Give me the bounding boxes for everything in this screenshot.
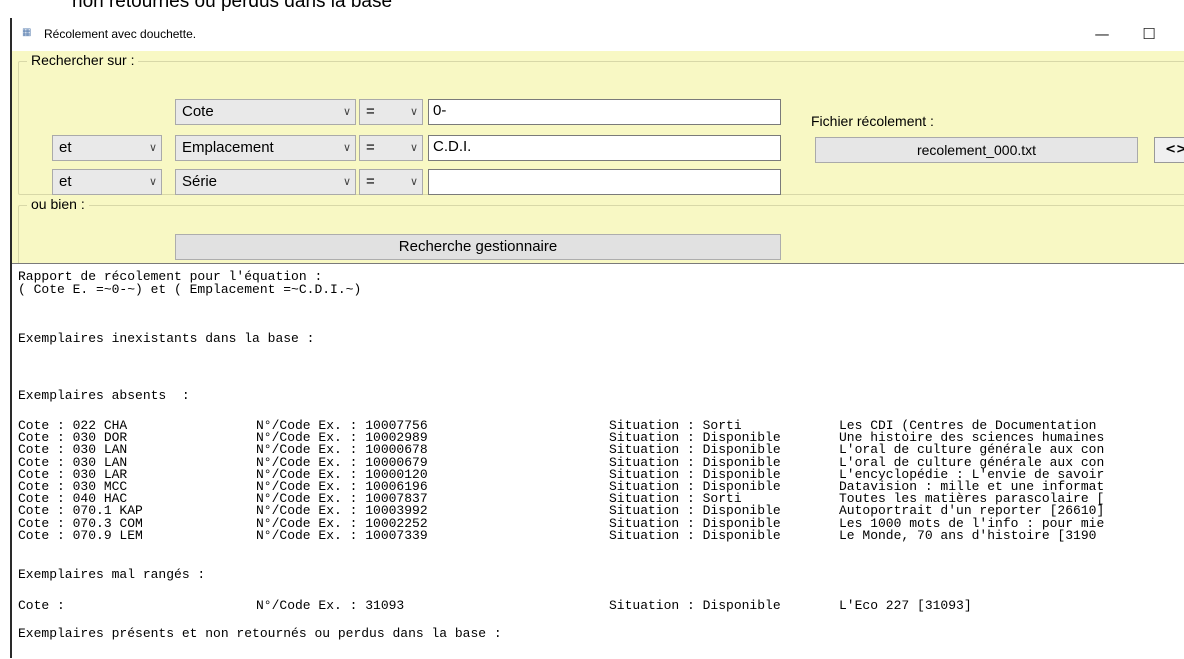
file-name-field[interactable]: recolement_000.txt: [815, 137, 1138, 163]
operator-select-2-value: =: [366, 139, 375, 156]
close-button[interactable]: ✕: [1172, 18, 1184, 51]
connector-select-3[interactable]: et ∨: [52, 169, 162, 195]
search-panel: Rechercher sur : Cote ∨ = ∨ 0- et ∨ Empl…: [12, 51, 1184, 267]
recolement-window: ▦ Récolement avec douchette. — ☐ ✕ Reche…: [10, 18, 1184, 659]
connector-select-2[interactable]: et ∨: [52, 135, 162, 161]
value-input-1[interactable]: 0-: [428, 99, 781, 125]
chevron-down-icon: ∨: [148, 175, 157, 188]
chevron-down-icon: ∨: [409, 175, 418, 188]
row-title: Le Monde, 70 ans d'histoire [3190: [839, 527, 1097, 543]
alt-legend: ou bien :: [27, 196, 89, 212]
chevron-down-icon: ∨: [409, 105, 418, 118]
field-select-2-value: Emplacement: [182, 139, 274, 156]
chevron-down-icon: ∨: [409, 141, 418, 154]
field-select-1-value: Cote: [182, 103, 214, 120]
chevron-down-icon: ∨: [148, 141, 157, 154]
chevron-down-icon: ∨: [342, 105, 351, 118]
row-situation: Situation : Disponible: [609, 527, 781, 543]
section-inexistants: Exemplaires inexistants dans la base :: [18, 331, 315, 346]
section-absents: Exemplaires absents :: [18, 388, 190, 403]
field-select-1[interactable]: Cote ∨: [175, 99, 356, 125]
search-legend: Rechercher sur :: [27, 52, 139, 68]
field-select-3[interactable]: Série ∨: [175, 169, 356, 195]
report-area[interactable]: Rapport de récolement pour l'équation : …: [12, 263, 1184, 659]
operator-select-1-value: =: [366, 103, 375, 120]
row-title: L'Eco 227 [31093]: [839, 598, 972, 613]
value-input-2[interactable]: C.D.I.: [428, 135, 781, 161]
report-row: Cote : 070.9 LEM N°/Code Ex. : 10007339 Si…: [18, 527, 1184, 543]
browse-file-button[interactable]: <>: [1154, 137, 1184, 163]
row-cote: Cote :: [18, 598, 65, 613]
title-bar: ▦ Récolement avec douchette. — ☐ ✕: [12, 18, 1184, 51]
window-title: Récolement avec douchette.: [44, 27, 197, 41]
maximize-button[interactable]: ☐: [1129, 18, 1169, 51]
recherche-gestionnaire-button[interactable]: Recherche gestionnaire: [175, 234, 781, 260]
report-row: Cote : N°/Code Ex. : 31093 Situation : Dis…: [18, 599, 1184, 613]
row-situation: Situation : Disponible: [609, 598, 781, 613]
section-presents: Exemplaires présents et non retournés ou…: [18, 626, 502, 641]
file-label: Fichier récolement :: [811, 113, 934, 129]
minimize-button[interactable]: —: [1082, 18, 1122, 51]
row-code: N°/Code Ex. : 10007339: [256, 527, 428, 543]
field-select-3-value: Série: [182, 173, 218, 190]
row-code: N°/Code Ex. : 31093: [256, 598, 405, 613]
row-cote: Cote : 070.9 LEM: [18, 527, 143, 543]
connector-select-3-value: et: [59, 173, 72, 190]
operator-select-2[interactable]: = ∨: [359, 135, 423, 161]
chevron-down-icon: ∨: [342, 175, 351, 188]
field-select-2[interactable]: Emplacement ∨: [175, 135, 356, 161]
value-input-3[interactable]: [428, 169, 781, 195]
report-header-2: ( Cote E. =~0-~) et ( Emplacement =~C.D.…: [18, 282, 362, 297]
barcode-app-icon: ▦: [22, 27, 32, 38]
connector-select-2-value: et: [59, 139, 72, 156]
operator-select-3-value: =: [366, 173, 375, 190]
section-mal-ranges: Exemplaires mal rangés :: [18, 567, 206, 582]
operator-select-3[interactable]: = ∨: [359, 169, 423, 195]
background-caption: non retournés ou perdus dans la base: [72, 0, 393, 12]
chevron-down-icon: ∨: [342, 141, 351, 154]
operator-select-1[interactable]: = ∨: [359, 99, 423, 125]
